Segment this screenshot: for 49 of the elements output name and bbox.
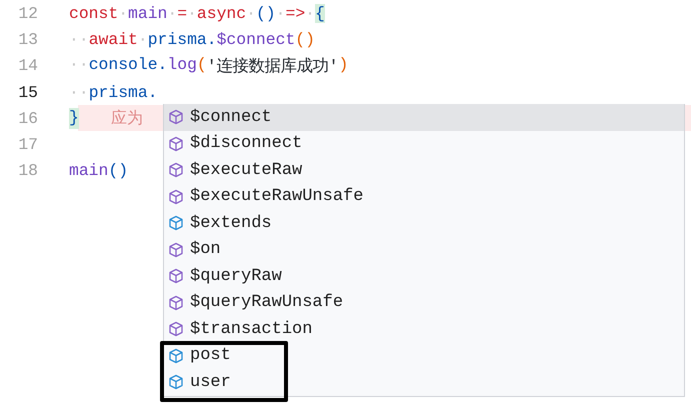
suggestion-item[interactable]: post xyxy=(164,342,684,369)
whitespace-dots: · xyxy=(118,4,128,23)
identifier-token: prisma. xyxy=(88,82,158,102)
suggestion-item[interactable]: $queryRaw xyxy=(164,263,684,290)
suggestion-item[interactable]: $on xyxy=(164,236,684,263)
whitespace-dots: · xyxy=(167,4,178,23)
identifier-token: () xyxy=(256,4,276,23)
function-token: main xyxy=(128,4,168,23)
suggestion-item[interactable]: $transaction xyxy=(164,316,684,342)
matched-bracket: } xyxy=(69,108,79,129)
whitespace-dots: · xyxy=(276,4,286,23)
line-number: 17 xyxy=(17,135,38,154)
identifier-token: prisma. xyxy=(148,30,217,49)
whitespace-dots: · xyxy=(138,30,148,49)
line-number: 15 xyxy=(17,82,38,102)
identifier-token: console. xyxy=(88,54,168,76)
whitespace-dots: ·· xyxy=(69,30,89,49)
suggestion-item[interactable]: $connect xyxy=(164,104,684,130)
function-token: $connect xyxy=(216,30,296,49)
keyword-token: await xyxy=(88,30,138,49)
keyword-token: => xyxy=(285,4,306,23)
function-token: main xyxy=(69,161,108,180)
line-number: 12 xyxy=(17,4,38,23)
paren-token: ( xyxy=(196,54,207,76)
keyword-token: const xyxy=(69,4,118,23)
keyword-token: async xyxy=(196,4,246,23)
suggestion-item[interactable]: $queryRawUnsafe xyxy=(164,290,684,316)
suggestion-item[interactable]: $extends xyxy=(164,210,684,236)
whitespace-dots: · xyxy=(187,4,197,23)
error-hint-text: 应为 xyxy=(110,108,143,129)
paren-token: ) xyxy=(338,54,348,76)
whitespace-dots: · xyxy=(305,4,316,23)
keyword-token: = xyxy=(177,4,188,23)
whitespace-dots: · xyxy=(246,4,256,23)
whitespace-dots: ·· xyxy=(69,82,89,102)
line-number: 13 xyxy=(17,30,38,49)
line-number: 16 xyxy=(17,108,38,128)
suggestion-item[interactable]: user xyxy=(164,369,684,396)
matched-bracket: { xyxy=(315,4,325,23)
string-token: '连接数据库成功' xyxy=(206,56,338,77)
function-token: log xyxy=(167,54,197,76)
whitespace-dots: ·· xyxy=(69,54,89,76)
suggestion-item[interactable]: $executeRawUnsafe xyxy=(164,184,684,210)
suggestion-item[interactable]: $disconnect xyxy=(164,130,684,157)
line-number: 18 xyxy=(17,161,38,180)
identifier-token: () xyxy=(108,161,128,180)
line-number: 14 xyxy=(17,56,38,76)
suggestion-item[interactable]: $executeRaw xyxy=(164,157,684,184)
paren-token: () xyxy=(295,30,315,49)
